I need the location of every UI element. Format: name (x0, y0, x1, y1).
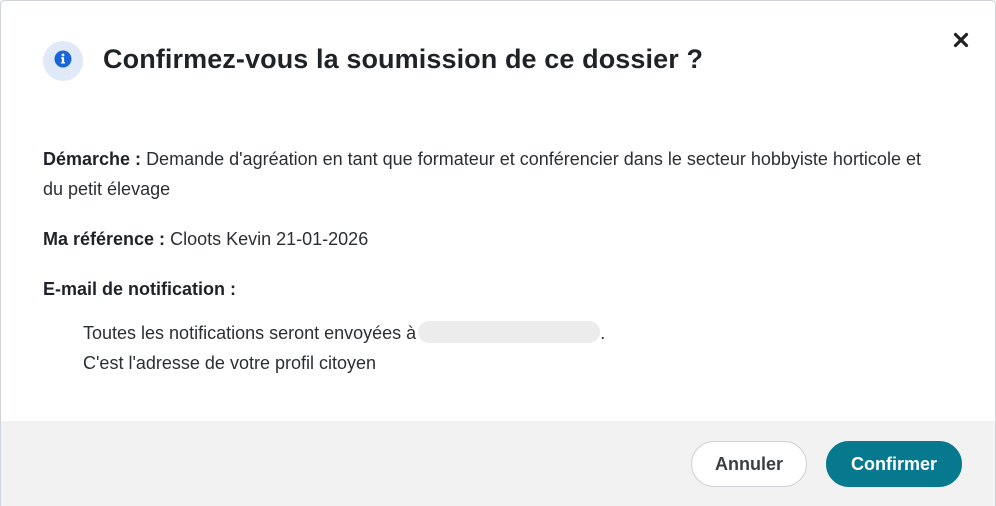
notification-suffix: . (600, 323, 606, 343)
email-label: E-mail de notification : (43, 279, 237, 299)
cancel-button[interactable]: Annuler (691, 441, 807, 487)
dialog-body: Démarche : Demande d'agréation en tant q… (43, 144, 943, 378)
notification-line-2: C'est l'adresse de votre profil citoyen (83, 353, 377, 373)
notification-info: Toutes les notifications seront envoyées… (43, 318, 943, 378)
demarche-row: Démarche : Demande d'agréation en tant q… (43, 144, 943, 204)
email-row: E-mail de notification : (43, 274, 943, 304)
demarche-label: Démarche : (43, 149, 142, 169)
confirm-submission-dialog: Confirmez-vous la soumission de ce dossi… (0, 0, 996, 506)
dialog-title: Confirmez-vous la soumission de ce dossi… (103, 44, 704, 74)
close-icon (953, 32, 969, 53)
info-circle-icon (54, 50, 72, 73)
dialog-header: Confirmez-vous la soumission de ce dossi… (1, 1, 995, 121)
dialog-footer: Annuler Confirmer (1, 421, 995, 506)
reference-value: Cloots Kevin 21-01-2026 (170, 229, 369, 249)
demarche-value: Demande d'agréation en tant que formateu… (43, 149, 921, 199)
confirm-button[interactable]: Confirmer (826, 441, 962, 487)
reference-row: Ma référence : Cloots Kevin 21-01-2026 (43, 224, 943, 254)
notification-prefix: Toutes les notifications seront envoyées… (83, 323, 417, 343)
close-button[interactable] (949, 30, 973, 54)
reference-label: Ma référence : (43, 229, 166, 249)
notification-line-1: Toutes les notifications seront envoyées… (83, 318, 943, 348)
redacted-email (418, 321, 601, 343)
info-icon-badge (43, 41, 83, 81)
